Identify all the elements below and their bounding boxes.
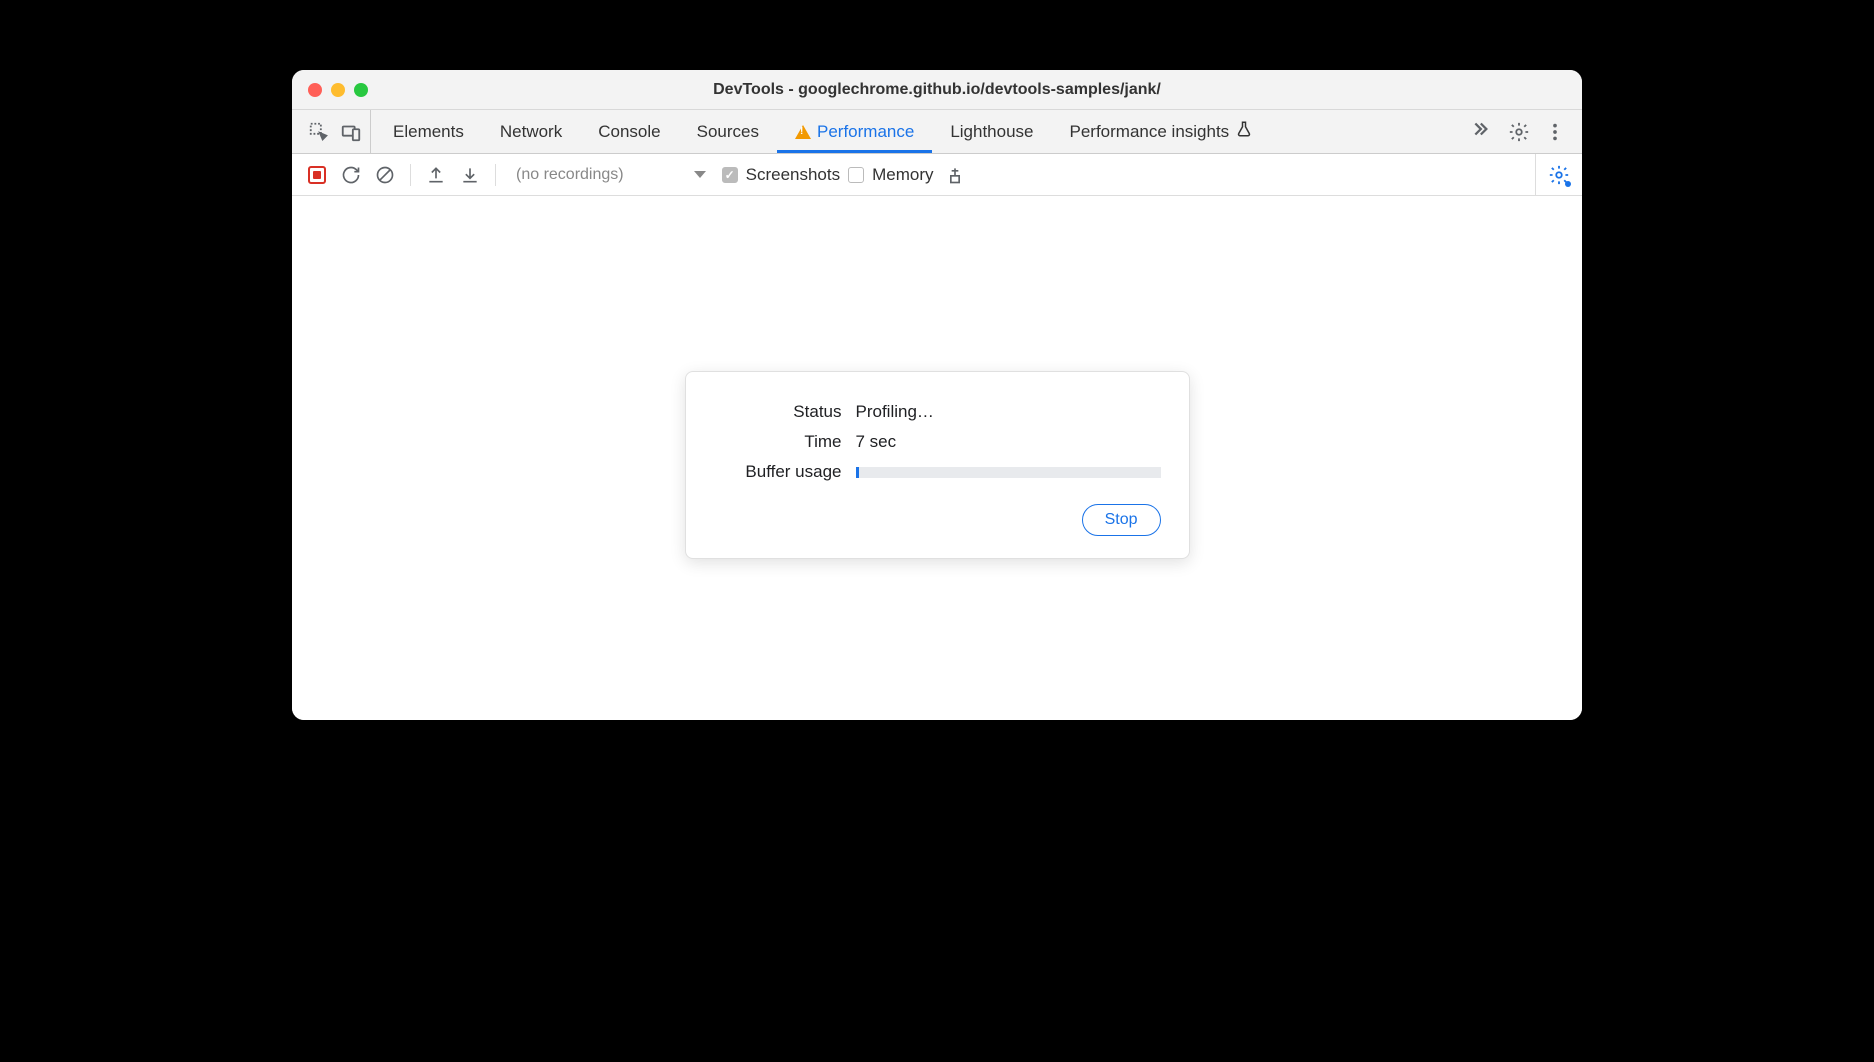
- tab-label: Lighthouse: [950, 122, 1033, 142]
- device-toolbar-icon[interactable]: [340, 121, 362, 143]
- record-button[interactable]: [304, 162, 330, 188]
- progress-fill: [856, 467, 859, 478]
- window-title: DevTools - googlechrome.github.io/devtoo…: [292, 81, 1582, 99]
- memory-checkbox[interactable]: Memory: [848, 165, 933, 185]
- profiling-dialog: Status Profiling… Time 7 sec Buffer usag…: [685, 371, 1190, 559]
- tab-performance[interactable]: Performance: [777, 110, 932, 153]
- settings-badge-icon: [1565, 181, 1571, 187]
- download-button[interactable]: [457, 162, 483, 188]
- recordings-placeholder: (no recordings): [516, 166, 624, 184]
- buffer-label: Buffer usage: [714, 462, 842, 482]
- flask-icon: [1235, 120, 1253, 143]
- performance-toolbar: (no recordings) Screenshots Memory: [292, 154, 1582, 196]
- traffic-lights: [292, 83, 368, 97]
- maximize-window-button[interactable]: [354, 83, 368, 97]
- performance-content: Status Profiling… Time 7 sec Buffer usag…: [292, 196, 1582, 720]
- tab-network[interactable]: Network: [482, 110, 580, 153]
- tabs: Elements Network Console Sources Perform…: [375, 110, 1456, 153]
- close-window-button[interactable]: [308, 83, 322, 97]
- collect-garbage-button[interactable]: [942, 162, 968, 188]
- reload-button[interactable]: [338, 162, 364, 188]
- tab-label: Network: [500, 122, 562, 142]
- checkbox-icon: [848, 167, 864, 183]
- more-tabs-button[interactable]: [1464, 118, 1494, 145]
- tab-label: Elements: [393, 122, 464, 142]
- minimize-window-button[interactable]: [331, 83, 345, 97]
- tab-label: Performance: [817, 122, 914, 142]
- warning-icon: [795, 125, 811, 139]
- checkbox-icon: [722, 167, 738, 183]
- divider: [495, 164, 496, 186]
- divider: [410, 164, 411, 186]
- buffer-progress: [856, 467, 1161, 478]
- tabbar: Elements Network Console Sources Perform…: [292, 110, 1582, 154]
- titlebar: DevTools - googlechrome.github.io/devtoo…: [292, 70, 1582, 110]
- inspect-element-icon[interactable]: [308, 121, 330, 143]
- screenshots-checkbox[interactable]: Screenshots: [722, 165, 841, 185]
- capture-settings-button[interactable]: [1535, 154, 1570, 195]
- time-value: 7 sec: [856, 432, 1161, 452]
- clear-button[interactable]: [372, 162, 398, 188]
- checkbox-label: Memory: [872, 165, 933, 185]
- status-label: Status: [714, 402, 842, 422]
- devtools-window: DevTools - googlechrome.github.io/devtoo…: [292, 70, 1582, 720]
- tab-performance-insights[interactable]: Performance insights: [1052, 110, 1272, 153]
- tab-label: Console: [598, 122, 660, 142]
- tab-lighthouse[interactable]: Lighthouse: [932, 110, 1051, 153]
- time-label: Time: [714, 432, 842, 452]
- recordings-dropdown[interactable]: (no recordings): [508, 166, 714, 184]
- kebab-menu-icon[interactable]: [1544, 121, 1566, 143]
- tab-elements[interactable]: Elements: [375, 110, 482, 153]
- checkbox-label: Screenshots: [746, 165, 841, 185]
- tab-console[interactable]: Console: [580, 110, 678, 153]
- tab-label: Performance insights: [1070, 122, 1230, 142]
- chevron-down-icon: [694, 171, 706, 178]
- upload-button[interactable]: [423, 162, 449, 188]
- tab-label: Sources: [697, 122, 759, 142]
- settings-gear-icon[interactable]: [1508, 121, 1530, 143]
- tab-sources[interactable]: Sources: [679, 110, 777, 153]
- status-value: Profiling…: [856, 402, 1161, 422]
- stop-button[interactable]: Stop: [1082, 504, 1161, 536]
